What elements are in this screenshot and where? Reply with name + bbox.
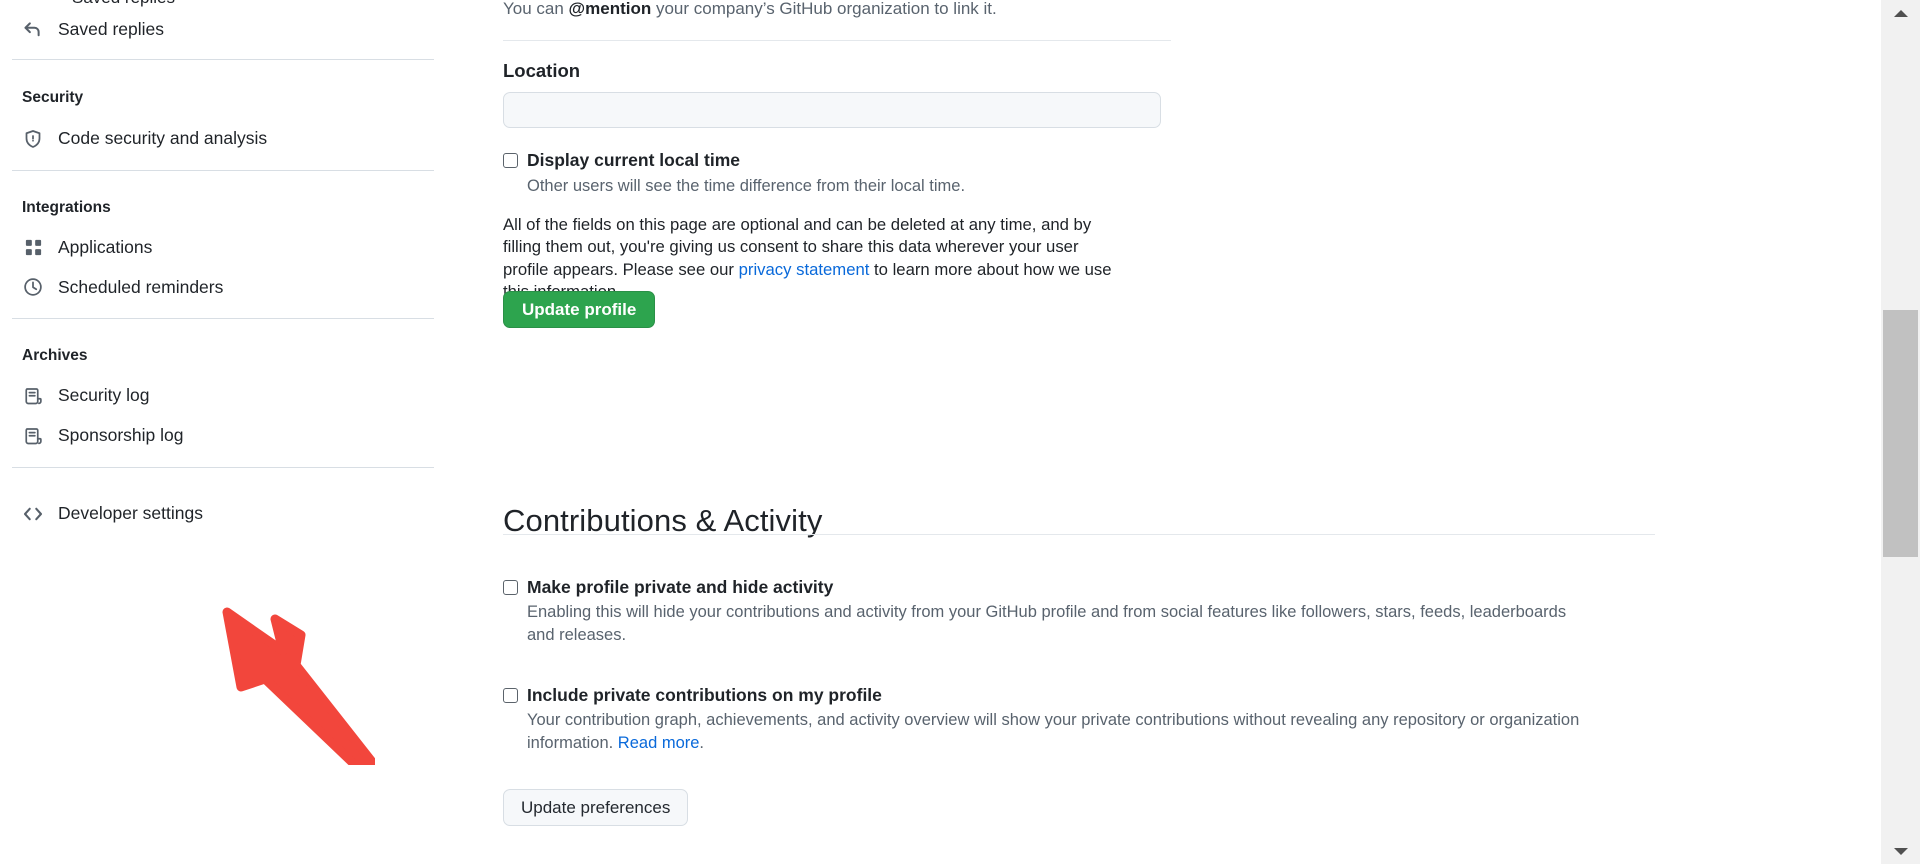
- sidebar-item-saved-replies[interactable]: Saved replies: [0, 11, 448, 47]
- include-private-description-text-2: .: [699, 734, 705, 752]
- sidebar-item-code-security-and-analysis[interactable]: Code security and analysis: [0, 121, 448, 157]
- main-content: You can @mention your company’s GitHub o…: [448, 0, 1880, 864]
- sidebar-item-scheduled-reminders-label: Scheduled reminders: [58, 276, 224, 297]
- sidebar-divider-4: [12, 466, 434, 468]
- shield-lock-icon: [22, 128, 44, 150]
- location-input[interactable]: [503, 92, 1161, 128]
- update-preferences-button[interactable]: Update preferences: [503, 789, 689, 826]
- sidebar-divider-1: [12, 59, 434, 60]
- include-private-contributions-description: Your contribution graph, achievements, a…: [527, 709, 1617, 755]
- sidebar-group-security: Security: [22, 89, 84, 106]
- sidebar-item-applications-label: Applications: [58, 236, 153, 257]
- sidebar-item-developer-settings-label: Developer settings: [58, 503, 203, 523]
- include-private-contributions-row[interactable]: Include private contributions on my prof…: [503, 685, 882, 705]
- log-icon: [22, 425, 44, 447]
- apps-grid-icon: [22, 236, 44, 258]
- display-local-time-label: Display current local time: [527, 150, 740, 170]
- make-profile-private-description: Enabling this will hide your contributio…: [527, 603, 1567, 644]
- scroll-down-arrow-icon: [1893, 847, 1908, 855]
- mention-hint-prefix: You can: [503, 0, 569, 18]
- scroll-down-button[interactable]: [1881, 838, 1920, 864]
- scroll-up-arrow-icon: [1893, 9, 1908, 17]
- include-private-contributions-checkbox[interactable]: [503, 688, 518, 703]
- scrollbar-thumb[interactable]: [1883, 310, 1918, 557]
- display-local-time-description: Other users will see the time difference…: [527, 177, 966, 195]
- page-scrollbar[interactable]: [1880, 0, 1920, 864]
- include-private-contributions-label: Include private contributions on my prof…: [527, 685, 882, 705]
- sidebar-divider-2: [12, 169, 434, 171]
- read-more-link[interactable]: Read more: [618, 734, 700, 752]
- sidebar-group-archives: Archives: [22, 347, 88, 364]
- clock-icon: [22, 276, 44, 298]
- update-profile-button[interactable]: Update profile: [503, 291, 656, 328]
- sidebar-item-scheduled-reminders[interactable]: Scheduled reminders: [0, 269, 448, 305]
- make-profile-private-label: Make profile private and hide activity: [527, 577, 834, 597]
- optional-fields-paragraph: All of the fields on this page are optio…: [503, 214, 1115, 303]
- display-local-time-row[interactable]: Display current local time: [503, 150, 740, 170]
- sidebar-item-developer-settings[interactable]: Developer settings: [0, 496, 448, 532]
- sidebar-item-security-log-label: Security log: [58, 385, 150, 405]
- sidebar-item-clipped-label: Saved replies: [72, 0, 175, 8]
- sidebar-item-saved-replies-label: Saved replies: [58, 18, 165, 39]
- page-root: Saved replies Saved replies Security: [0, 0, 1920, 864]
- sidebar-item-applications[interactable]: Applications: [0, 229, 448, 265]
- sidebar-item-sponsorship-log[interactable]: Sponsorship log: [0, 418, 448, 454]
- sidebar-item-security-log[interactable]: Security log: [0, 378, 448, 414]
- divider-below-contributions-heading: [503, 534, 1655, 535]
- mention-hint-suffix: your company’s GitHub organization to li…: [651, 0, 997, 18]
- divider-above-location: [503, 40, 1171, 41]
- privacy-statement-link[interactable]: privacy statement: [739, 260, 870, 279]
- sidebar-item-code-security-label: Code security and analysis: [58, 128, 268, 148]
- sidebar-item-clipped[interactable]: Saved replies: [0, 0, 448, 9]
- code-brackets-icon: [22, 503, 44, 525]
- reply-icon: [22, 18, 44, 40]
- display-local-time-checkbox[interactable]: [503, 153, 518, 168]
- make-profile-private-row[interactable]: Make profile private and hide activity: [503, 577, 833, 597]
- sidebar-group-integrations: Integrations: [22, 198, 111, 216]
- mention-hint-text: You can @mention your company’s GitHub o…: [503, 0, 997, 20]
- location-label: Location: [503, 60, 581, 81]
- make-profile-private-checkbox[interactable]: [503, 580, 518, 595]
- sidebar-item-sponsorship-log-label: Sponsorship log: [58, 425, 184, 445]
- mention-token: @mention: [568, 0, 652, 18]
- sidebar-divider-3: [12, 318, 434, 319]
- log-icon: [22, 385, 44, 407]
- scroll-up-button[interactable]: [1881, 0, 1920, 26]
- settings-sidebar: Saved replies Saved replies Security: [0, 0, 448, 864]
